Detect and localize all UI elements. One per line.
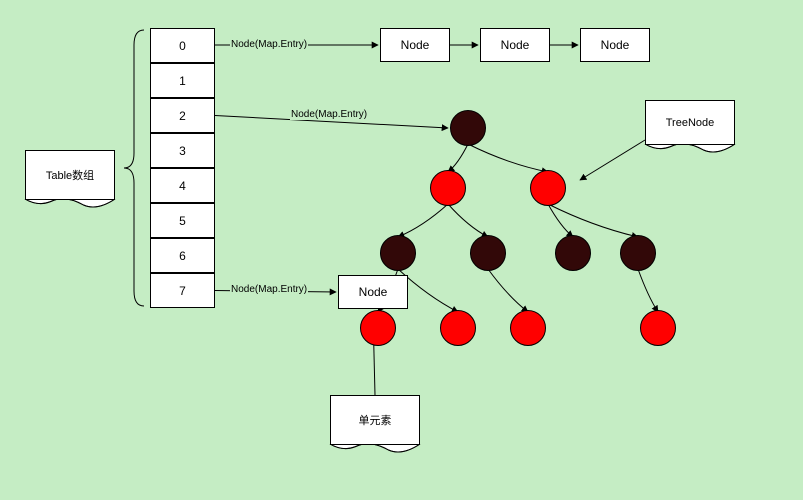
- tree-l3a: [360, 310, 396, 346]
- note-single-text: 单元素: [359, 412, 392, 428]
- tree-l2d: [620, 235, 656, 271]
- array-cell-3-text: 3: [179, 144, 186, 158]
- array-cell-6-text: 6: [179, 249, 186, 263]
- note-table-array: Table数组: [25, 150, 115, 200]
- chain0-node-1: Node: [480, 28, 550, 62]
- array-cell-0-text: 0: [179, 39, 186, 53]
- chain0-node-0: Node: [380, 28, 450, 62]
- tree-root: [450, 110, 486, 146]
- array-cell-7: 7: [150, 273, 215, 308]
- bucket7-node: Node: [338, 275, 408, 309]
- note-treenode-text: TreeNode: [666, 117, 715, 129]
- array-cell-1: 1: [150, 63, 215, 98]
- chain0-node-1-text: Node: [501, 38, 530, 52]
- array-cell-4-text: 4: [179, 179, 186, 193]
- array-cell-7-text: 7: [179, 284, 186, 298]
- label-entry-0: Node(Map.Entry): [230, 39, 308, 50]
- note-table-array-text: Table数组: [46, 167, 94, 183]
- array-cell-4: 4: [150, 168, 215, 203]
- label-entry-7: Node(Map.Entry): [230, 284, 308, 295]
- tree-l2a: [380, 235, 416, 271]
- label-entry-2: Node(Map.Entry): [290, 109, 368, 120]
- array-cell-5: 5: [150, 203, 215, 238]
- note-single: 单元素: [330, 395, 420, 445]
- tree-l3d: [640, 310, 676, 346]
- array-cell-0: 0: [150, 28, 215, 63]
- array-cell-3: 3: [150, 133, 215, 168]
- chain0-node-2-text: Node: [601, 38, 630, 52]
- chain0-node-2: Node: [580, 28, 650, 62]
- array-cell-2: 2: [150, 98, 215, 133]
- tree-l2c: [555, 235, 591, 271]
- chain0-node-0-text: Node: [401, 38, 430, 52]
- array-cell-2-text: 2: [179, 109, 186, 123]
- tree-l1a: [430, 170, 466, 206]
- array-cell-5-text: 5: [179, 214, 186, 228]
- tree-l2b: [470, 235, 506, 271]
- bucket7-node-text: Node: [359, 285, 388, 299]
- array-cell-6: 6: [150, 238, 215, 273]
- note-treenode: TreeNode: [645, 100, 735, 145]
- array-cell-1-text: 1: [179, 74, 186, 88]
- tree-l1b: [530, 170, 566, 206]
- tree-l3b: [440, 310, 476, 346]
- tree-l3c: [510, 310, 546, 346]
